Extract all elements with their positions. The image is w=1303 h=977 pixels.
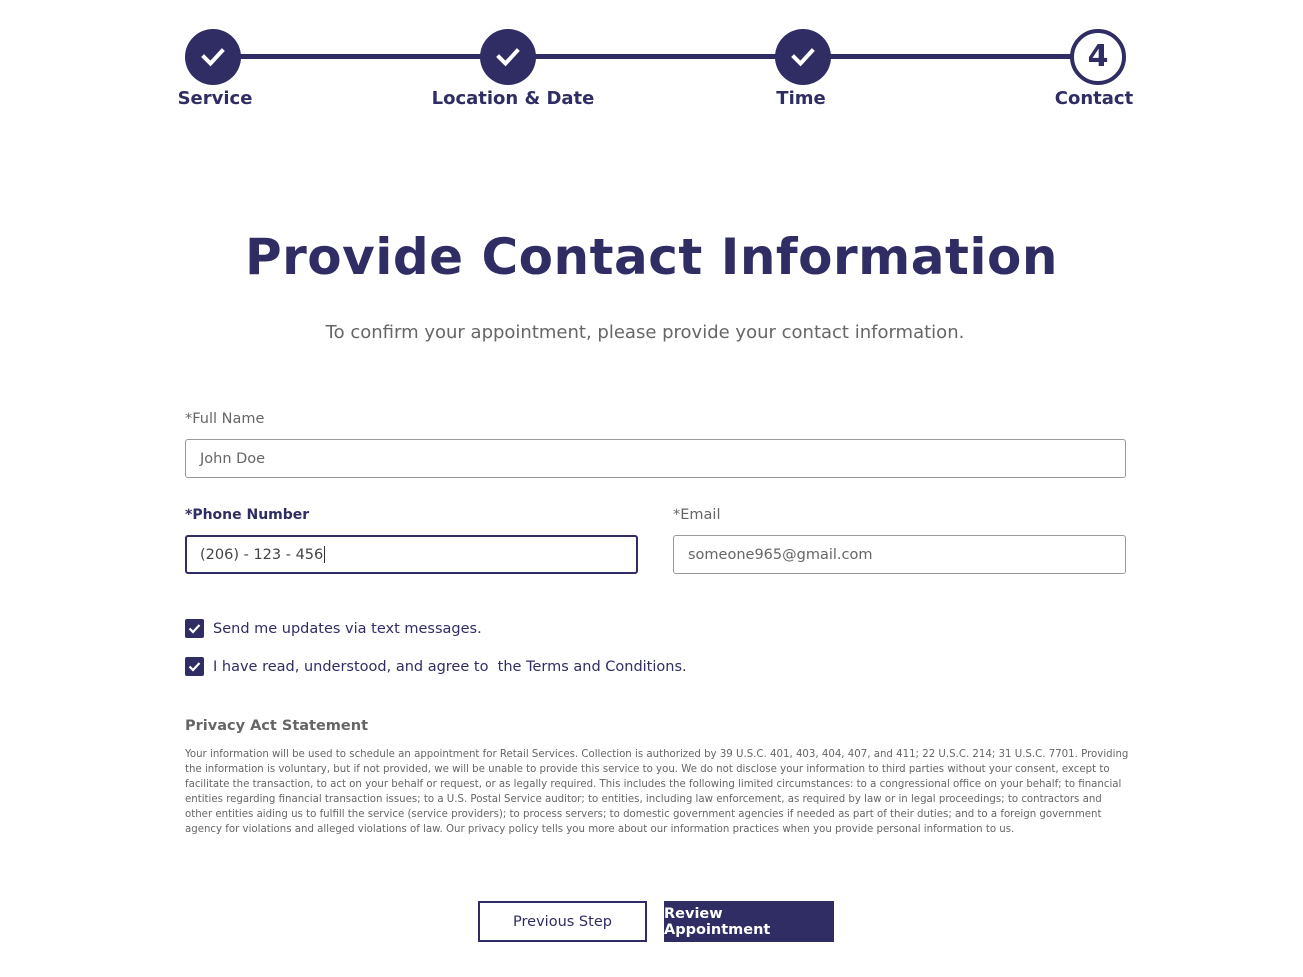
text-updates-label: Send me updates via text messages. <box>213 620 482 637</box>
review-appointment-button[interactable]: Review Appointment <box>664 901 834 942</box>
text-updates-checkbox[interactable] <box>185 619 204 638</box>
step-contact: 4 <box>1070 29 1126 85</box>
page-title: Provide Contact Information <box>244 228 1058 286</box>
step-location-date <box>480 29 536 85</box>
text-updates-option[interactable]: Send me updates via text messages. <box>185 619 482 638</box>
step-label-contact: Contact <box>1054 88 1134 109</box>
check-icon <box>185 29 241 85</box>
email-label: *Email <box>673 507 721 523</box>
step-number: 4 <box>1087 39 1109 74</box>
full-name-label: *Full Name <box>185 411 265 427</box>
page-subtitle: To confirm your appointment, please prov… <box>325 322 965 343</box>
terms-label: I have read, understood, and agree to th… <box>213 658 687 675</box>
phone-number-input[interactable]: (206) - 123 - 456 <box>185 535 638 574</box>
previous-step-button[interactable]: Previous Step <box>478 901 647 942</box>
step-label-time: Time <box>776 88 826 109</box>
privacy-act-title: Privacy Act Statement <box>185 718 368 734</box>
email-input[interactable]: someone965@gmail.com <box>673 535 1126 574</box>
step-time <box>775 29 831 85</box>
step-label-service: Service <box>177 88 253 109</box>
text-cursor <box>324 546 326 563</box>
terms-option[interactable]: I have read, understood, and agree to th… <box>185 657 687 676</box>
step-label-location-date: Location & Date <box>431 88 595 109</box>
step-number-badge: 4 <box>1070 29 1126 85</box>
phone-number-value: (206) - 123 - 456 <box>200 546 324 563</box>
full-name-value: John Doe <box>200 450 266 467</box>
privacy-act-text: Your information will be used to schedul… <box>185 749 1129 835</box>
check-icon <box>775 29 831 85</box>
check-icon <box>188 624 201 634</box>
stepper-track <box>213 54 1098 59</box>
step-service <box>185 29 241 85</box>
progress-stepper: Service Location & Date Time 4 Contact <box>0 0 1303 120</box>
full-name-input[interactable]: John Doe <box>185 439 1126 478</box>
check-icon <box>188 662 201 672</box>
terms-checkbox[interactable] <box>185 657 204 676</box>
check-icon <box>480 29 536 85</box>
phone-number-label: *Phone Number <box>185 507 310 523</box>
email-value: someone965@gmail.com <box>688 546 873 563</box>
